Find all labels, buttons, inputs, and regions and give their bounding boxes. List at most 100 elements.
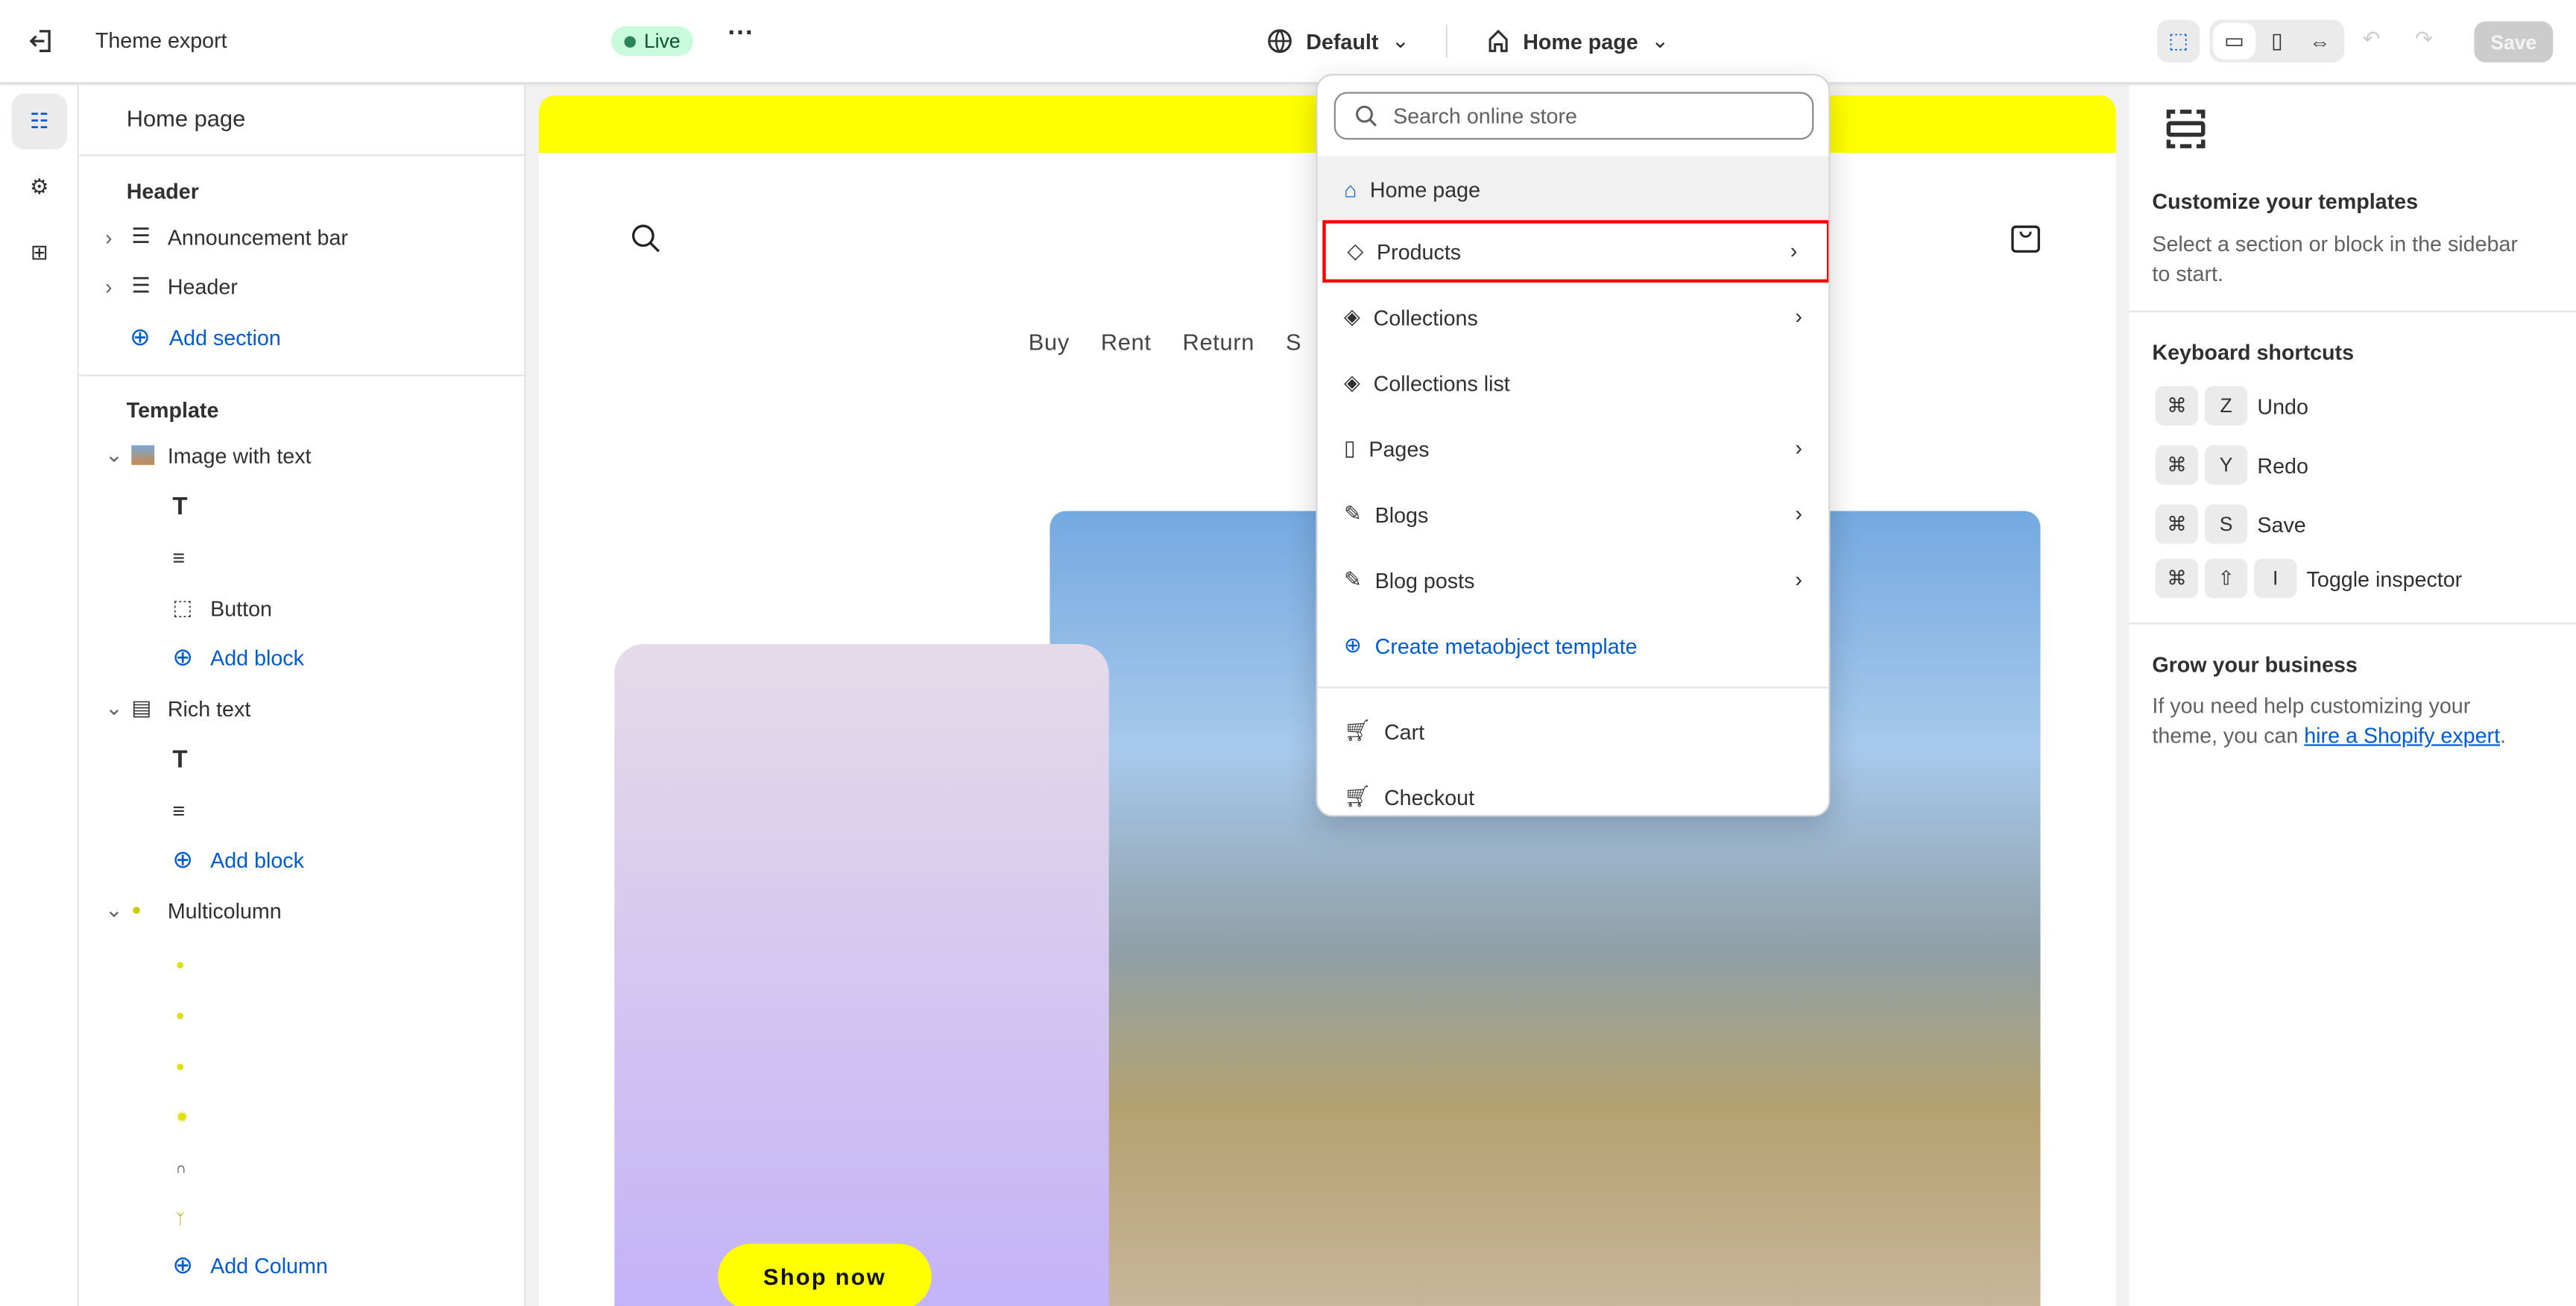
sections-icon (2166, 110, 2206, 148)
tag-icon: ◇ (1347, 238, 1364, 263)
sprout-icon[interactable]: ᛉ (79, 1196, 524, 1243)
plus-circle-icon: ⊕ (172, 1252, 194, 1280)
nav-link[interactable]: Rent (1101, 329, 1152, 355)
check-circle-icon[interactable]: ● (79, 992, 524, 1038)
shortcut-label: Toggle inspector (2306, 566, 2463, 591)
promo-card (614, 644, 1109, 1306)
menu-item-blogs[interactable]: ✎ Blogs › (1318, 483, 1828, 546)
headset-icon[interactable]: ∩ (79, 1145, 524, 1191)
gear-icon[interactable]: ✹ (79, 1094, 524, 1141)
inspector-panel: Customize your templates Select a sectio… (2129, 85, 2576, 1306)
section-image-with-text[interactable]: ⌄ Image with text (79, 432, 524, 479)
button-icon: ⬚ (172, 594, 193, 619)
menu-item-checkout[interactable]: 🛒︎ Checkout (1318, 766, 1828, 815)
ellipsis-icon[interactable]: ··· (727, 19, 754, 49)
heading-icon[interactable]: T (79, 483, 524, 529)
menu-item-collections[interactable]: ◈ Collections › (1318, 286, 1828, 349)
cart-icon[interactable] (2011, 222, 2041, 253)
plus-circle-icon: ⊕ (172, 846, 194, 874)
locale-selector[interactable]: Default ⌄ (1266, 28, 1409, 54)
menu-item-blog-posts[interactable]: ✎ Blog posts › (1318, 549, 1828, 611)
menu-item-pages[interactable]: ▯ Pages › (1318, 417, 1828, 480)
add-column-label: Add Column (210, 1252, 328, 1278)
dollar-coin-icon[interactable]: ● (79, 941, 524, 988)
add-column-button[interactable]: ⊕ Add Column (79, 1242, 524, 1288)
template-label: Home page (1523, 28, 1638, 54)
block-button[interactable]: ⬚ Button (79, 585, 524, 631)
search-icon[interactable] (631, 224, 660, 253)
inspector-button[interactable]: ⬚ (2156, 19, 2200, 63)
locale-label: Default (1306, 28, 1379, 54)
section-header[interactable]: › ☰ Header (79, 263, 524, 309)
image-thumbnail-icon (131, 445, 155, 465)
section-label: Header (167, 273, 238, 299)
top-bar: Theme export Live ··· Default ⌄ Home page… (0, 0, 2576, 84)
menu-item-home-page[interactable]: ⌂ Home page (1317, 156, 1829, 222)
nav-link[interactable]: Return (1183, 329, 1255, 355)
section-label: Multicolumn (167, 898, 282, 923)
text-icon[interactable]: ≡ (79, 787, 524, 833)
add-block-button[interactable]: ⊕ Add block (79, 836, 524, 883)
chevron-right-icon: › (1790, 238, 1798, 263)
menu-item-label: Products (1377, 239, 1462, 264)
chevron-down-icon: ⌄ (105, 441, 124, 467)
section-icon: ☰ (131, 223, 151, 248)
menu-item-label: Blogs (1374, 502, 1429, 527)
add-block-label: Add block (210, 847, 304, 872)
add-block-label: Add block (210, 645, 304, 670)
scale-icon[interactable]: ● (79, 1044, 524, 1090)
divider (1445, 25, 1448, 58)
shortcut-label: Redo (2257, 452, 2308, 478)
section-rich-text[interactable]: ⌄ ▤ Rich text (79, 685, 524, 731)
fullwidth-icon[interactable]: ⇔ (2299, 19, 2341, 62)
grow-text-end: . (2500, 722, 2507, 748)
add-section-button[interactable]: ⊕ Add section (79, 314, 524, 360)
section-multicolumn[interactable]: ⌄ ● Multicolumn (79, 887, 524, 933)
tags-icon: ◈ (1343, 369, 1360, 394)
sidebar-title: Home page (126, 105, 246, 132)
shortcut-label: Save (2257, 511, 2306, 537)
cart-icon: 🛒︎ (1343, 718, 1371, 743)
exit-icon[interactable] (28, 28, 54, 54)
redo-icon[interactable]: ↷ (2415, 26, 2433, 52)
chevron-down-icon: ⌄ (105, 897, 124, 922)
hire-expert-link[interactable]: hire a Shopify expert (2304, 723, 2500, 748)
shop-now-button[interactable]: Shop now (718, 1243, 932, 1306)
sections-sidebar: Home page Header › ☰ Announcement bar › ☰ He… (78, 85, 526, 1306)
section-label: Image with text (167, 443, 312, 468)
home-icon: ⌂ (1343, 176, 1357, 202)
undo-icon[interactable]: ↶ (2362, 26, 2380, 52)
blog-icon: ✎ (1343, 567, 1362, 592)
create-metaobject-template[interactable]: ⊕ Create metaobject template (1318, 614, 1828, 677)
shortcut-save: ⌘ S Save (2155, 504, 2306, 544)
page-icon: ▯ (1343, 435, 1356, 461)
apps-icon[interactable]: ⊞ (11, 225, 67, 281)
live-dot-icon (624, 35, 636, 47)
menu-item-label: Cart (1383, 719, 1425, 744)
nav-link[interactable]: S (1286, 329, 1301, 355)
key: Y (2204, 445, 2248, 485)
mobile-icon[interactable]: ▯ (2255, 19, 2298, 62)
divider (2129, 310, 2576, 312)
key: ⌘ (2155, 385, 2199, 426)
shortcut-label: Undo (2257, 393, 2308, 418)
status-text: Live (644, 29, 681, 53)
text-icon[interactable]: ≡ (79, 534, 524, 580)
menu-item-cart[interactable]: 🛒︎ Cart (1318, 700, 1828, 763)
section-label: Announcement bar (167, 224, 348, 249)
menu-item-collections-list[interactable]: ◈ Collections list (1318, 352, 1828, 414)
plus-circle-icon: ⊕ (130, 324, 151, 352)
desktop-icon[interactable]: ▭ (2212, 22, 2256, 60)
save-button[interactable]: Save (2474, 21, 2554, 63)
section-announcement-bar[interactable]: › ☰ Announcement bar (79, 214, 524, 260)
menu-item-products[interactable]: ◇ Products › (1322, 220, 1829, 283)
settings-icon[interactable]: ⚙ (11, 160, 67, 215)
nav-link[interactable]: Buy (1029, 329, 1070, 355)
search-input[interactable]: Search online store (1333, 92, 1814, 140)
sections-icon[interactable]: ☷ (11, 93, 68, 150)
template-selector[interactable]: Home page ⌄ (1487, 28, 1669, 54)
add-block-button[interactable]: ⊕ Add block (79, 634, 524, 681)
chevron-right-icon: › (1795, 303, 1802, 329)
key: S (2204, 504, 2248, 544)
heading-icon[interactable]: T (79, 736, 524, 782)
